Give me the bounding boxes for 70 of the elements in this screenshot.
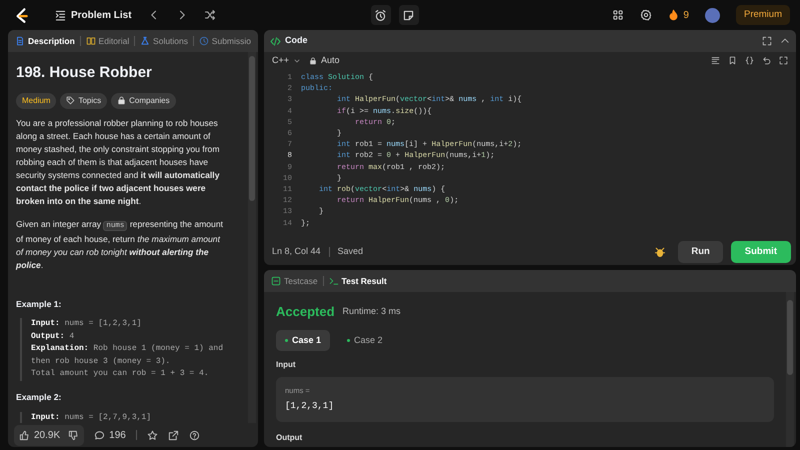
lock-icon — [117, 96, 126, 105]
star-icon[interactable] — [146, 430, 158, 440]
run-button[interactable]: Run — [678, 240, 723, 264]
example-heading: Example 1: — [16, 298, 62, 310]
flask-icon — [140, 36, 150, 46]
input-value: [1,2,3,1] — [285, 400, 335, 414]
share-icon[interactable] — [168, 430, 179, 440]
panel-tab[interactable]: Editorial — [84, 34, 130, 48]
streak-button[interactable]: 9 — [668, 8, 689, 22]
checkbox-icon — [271, 276, 281, 286]
terminal-icon — [328, 276, 339, 286]
like-button[interactable]: 20.9K — [19, 428, 60, 442]
case-tab[interactable]: Case 1 — [276, 330, 330, 351]
book-icon — [86, 36, 96, 46]
panel-tab[interactable]: Submissio — [198, 34, 252, 48]
flame-icon — [668, 9, 680, 21]
save-status: Saved — [338, 245, 364, 258]
panel-tab[interactable]: Testcase — [270, 274, 319, 288]
settings-icon[interactable] — [640, 9, 652, 21]
scrollbar-thumb[interactable] — [787, 300, 793, 375]
document-icon — [15, 36, 25, 46]
avatar-icon[interactable] — [704, 8, 720, 22]
thumbs-down-icon[interactable] — [68, 430, 80, 440]
section-label: Output — [276, 432, 304, 444]
clock-icon — [198, 36, 209, 46]
scrollbar-thumb[interactable] — [249, 56, 255, 201]
code-icon — [270, 36, 281, 46]
lock-icon — [309, 56, 318, 64]
alarm-icon — [374, 8, 388, 22]
example-heading: Example 2: — [16, 390, 62, 404]
braces-icon[interactable] — [745, 56, 754, 65]
panel-tab[interactable]: Test Result — [328, 274, 388, 288]
cursor-position: Ln 8, Col 44 — [272, 245, 321, 258]
comments-button[interactable]: 196 — [94, 428, 126, 442]
example-line: Output: 4 — [31, 330, 76, 343]
thumbs-up-icon — [19, 430, 30, 440]
format-icon[interactable] — [711, 56, 720, 65]
undo-icon[interactable] — [762, 56, 771, 65]
companies-tag[interactable]: Companies — [111, 92, 176, 108]
expand-icon[interactable] — [779, 56, 788, 65]
note-button[interactable] — [398, 5, 419, 25]
alarm-button[interactable] — [370, 5, 391, 25]
comment-icon — [94, 430, 106, 440]
example-line: Explanation: Rob house 1 (money = 1) and then rob house 3 (money = 3). Total amount you can rob = 1 + 3 = 4. — [31, 343, 224, 380]
problem-list-button[interactable]: Problem List — [54, 8, 132, 22]
problem-title: 198. House Robber — [16, 63, 153, 83]
list-icon — [54, 8, 67, 22]
mode-button[interactable]: Auto — [309, 54, 340, 68]
language-dropdown[interactable]: C++ — [272, 54, 302, 68]
example-line: Input: nums = [1,2,3,1] — [31, 318, 142, 330]
difficulty-tag[interactable]: Medium — [16, 92, 56, 108]
problem-statement: You are a professional robber planning to rob houses along a street. Each house has a certain amount of money stashed, the only constraint stopping you from robbing each of them is that adjacent houses have security systems connected and it will automatically contact the police if two adjacent houses were broken into on the same night. — [16, 116, 220, 208]
tag-icon — [66, 96, 76, 105]
verdict: Accepted — [276, 303, 335, 321]
grid-icon[interactable] — [612, 9, 624, 21]
section-label: Input — [276, 359, 297, 371]
premium-button[interactable]: Premium — [736, 4, 790, 26]
note-icon — [402, 8, 416, 22]
bookmark-icon[interactable] — [728, 56, 737, 65]
shuffle-icon[interactable] — [204, 9, 216, 21]
help-icon[interactable] — [188, 430, 200, 440]
topics-tag[interactable]: Topics — [60, 92, 108, 108]
case-tab[interactable]: Case 2 — [338, 330, 392, 351]
expand-icon[interactable] — [762, 36, 772, 46]
panel-title: Code — [285, 34, 308, 48]
example-line: Input: nums = [2,7,9,3,1] — [31, 412, 152, 423]
debug-icon[interactable] — [654, 246, 666, 258]
panel-tab[interactable]: Description — [14, 34, 76, 48]
runtime: Runtime: 3 ms — [342, 305, 401, 318]
panel-tab[interactable]: Solutions — [139, 34, 190, 48]
